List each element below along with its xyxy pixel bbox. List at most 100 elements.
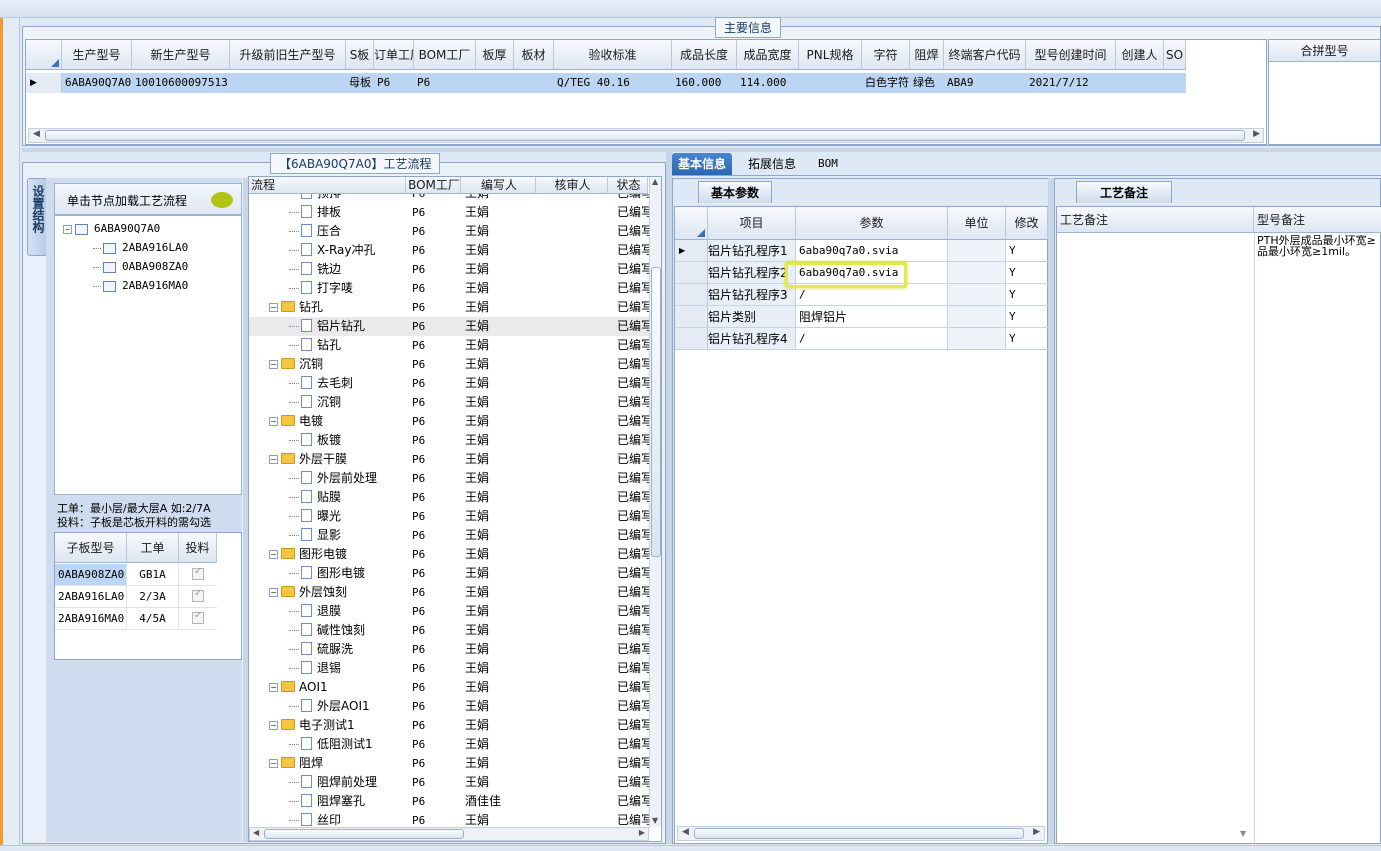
sub-row-model[interactable]: 2ABA916LA0 xyxy=(55,586,127,608)
basic-col-header[interactable]: 修改 xyxy=(1006,207,1048,240)
flow-author-cell[interactable]: 王娟 xyxy=(465,697,537,716)
flow-author-cell[interactable]: 王娟 xyxy=(465,450,537,469)
flow-bom-cell[interactable]: P6 xyxy=(409,564,461,583)
main-row-cell[interactable] xyxy=(514,73,554,93)
basic-grid-hscroll[interactable]: ◀ ▶ xyxy=(677,826,1045,841)
flow-author-cell[interactable]: 王娟 xyxy=(465,260,537,279)
collapse-icon[interactable]: − xyxy=(63,224,72,234)
main-row-cell[interactable] xyxy=(1164,73,1186,93)
flow-node[interactable]: X-Ray冲孔 xyxy=(289,241,375,260)
flow-status-cell[interactable]: 已编写 xyxy=(617,640,649,659)
sub-row-feed-checkbox[interactable] xyxy=(179,586,217,608)
flow-status-cell[interactable]: 已编写 xyxy=(617,317,649,336)
flow-node[interactable]: − 图形电镀 xyxy=(269,545,347,564)
flow-status-cell[interactable]: 已编写 xyxy=(617,716,649,735)
flow-row[interactable]: − 电子测试1 P6王娟 已编写 xyxy=(249,716,649,735)
flow-row[interactable]: 排板 P6王娟 已编写 xyxy=(249,203,649,222)
flow-row[interactable]: 退锡 P6王娟 已编写 xyxy=(249,659,649,678)
flow-status-cell[interactable]: 已编写 xyxy=(617,336,649,355)
flow-author-cell[interactable]: 王娟 xyxy=(465,317,537,336)
collapse-icon[interactable]: − xyxy=(269,303,278,312)
basic-modify-cell[interactable]: Y xyxy=(1006,284,1048,306)
flow-author-cell[interactable]: 王娟 xyxy=(465,298,537,317)
vscroll-thumb[interactable] xyxy=(651,267,661,557)
flow-bom-cell[interactable]: P6 xyxy=(409,545,461,564)
flow-bom-cell[interactable]: P6 xyxy=(409,374,461,393)
main-row-cell[interactable] xyxy=(799,73,862,93)
flow-author-cell[interactable]: 王娟 xyxy=(465,374,537,393)
main-col-header[interactable]: 板材 xyxy=(514,40,554,70)
flow-author-cell[interactable]: 王娟 xyxy=(465,203,537,222)
flow-bom-cell[interactable]: P6 xyxy=(409,621,461,640)
basic-item-cell[interactable]: 铝片钻孔程序3 xyxy=(708,284,796,306)
basic-item-cell[interactable]: 铝片钻孔程序2 xyxy=(708,262,796,284)
flow-node[interactable]: 显影 xyxy=(289,526,341,545)
flow-bom-cell[interactable]: P6 xyxy=(409,811,461,826)
flow-node[interactable]: − 电子测试1 xyxy=(269,716,355,735)
flow-status-cell[interactable]: 已编写 xyxy=(617,621,649,640)
flow-node[interactable]: 去毛刺 xyxy=(289,374,353,393)
flow-bom-cell[interactable]: P6 xyxy=(409,194,461,203)
flow-author-cell[interactable]: 王娟 xyxy=(465,678,537,697)
flow-status-cell[interactable]: 已编写 xyxy=(617,355,649,374)
main-col-header[interactable]: 创建人 xyxy=(1116,40,1164,70)
main-row-cell[interactable]: 160.000 xyxy=(672,73,737,93)
flow-author-cell[interactable]: 王娟 xyxy=(465,222,537,241)
flow-row[interactable]: 贴膜 P6王娟 已编写 xyxy=(249,488,649,507)
flow-row[interactable]: 曝光 P6王娟 已编写 xyxy=(249,507,649,526)
flow-status-cell[interactable]: 已编写 xyxy=(617,488,649,507)
flow-row[interactable]: 铝片钻孔 P6王娟 已编写 xyxy=(249,317,649,336)
flow-bom-cell[interactable]: P6 xyxy=(409,488,461,507)
main-col-header[interactable]: 终端客户代码 xyxy=(944,40,1026,70)
basic-unit-cell[interactable] xyxy=(948,328,1006,350)
flow-row[interactable]: 显影 P6王娟 已编写 xyxy=(249,526,649,545)
tab-settings-structure[interactable]: 设置结构 xyxy=(27,178,47,256)
flow-col-header[interactable]: 流程 xyxy=(249,177,406,194)
flow-bom-cell[interactable]: P6 xyxy=(409,336,461,355)
hscroll-thumb[interactable] xyxy=(264,829,464,839)
flow-row[interactable]: 硫脲洗 P6王娟 已编写 xyxy=(249,640,649,659)
flow-row[interactable]: 阻焊前处理 P6王娟 已编写 xyxy=(249,773,649,792)
flow-node[interactable]: 钻孔 xyxy=(289,336,341,355)
flow-row[interactable]: − 阻焊 P6王娟 已编写 xyxy=(249,754,649,773)
main-row-cell[interactable]: 白色字符 xyxy=(862,73,910,93)
sub-col-header[interactable]: 工单 xyxy=(127,533,179,563)
main-row-cell[interactable]: P6 xyxy=(374,73,414,93)
flow-status-cell[interactable]: 已编写 xyxy=(617,412,649,431)
scroll-right-icon[interactable]: ▶ xyxy=(1253,129,1260,139)
basic-modify-cell[interactable]: Y xyxy=(1006,306,1048,328)
flow-status-cell[interactable]: 已编写 xyxy=(617,678,649,697)
checkbox-icon[interactable] xyxy=(192,610,204,624)
flow-row[interactable]: X-Ray冲孔 P6王娟 已编写 xyxy=(249,241,649,260)
flow-author-cell[interactable]: 王娟 xyxy=(465,412,537,431)
basic-item-cell[interactable]: 铝片类别 xyxy=(708,306,796,328)
basic-unit-cell[interactable] xyxy=(948,306,1006,328)
flow-node[interactable]: 铣边 xyxy=(289,260,341,279)
flow-row[interactable]: − 电镀 P6王娟 已编写 xyxy=(249,412,649,431)
collapse-icon[interactable]: − xyxy=(269,417,278,426)
flow-col-header[interactable]: BOM工厂 xyxy=(406,177,461,194)
main-col-header[interactable]: BOM工厂 xyxy=(414,40,476,70)
basic-unit-cell[interactable] xyxy=(948,240,1006,262)
flow-bom-cell[interactable]: P6 xyxy=(409,469,461,488)
flow-row[interactable]: 钻孔 P6王娟 已编写 xyxy=(249,336,649,355)
sub-row-order[interactable]: 4/5A xyxy=(127,608,179,630)
main-row-cell[interactable] xyxy=(1116,73,1164,93)
flow-bom-cell[interactable]: P6 xyxy=(409,260,461,279)
flow-author-cell[interactable]: 王娟 xyxy=(465,602,537,621)
tab-bom[interactable]: BOM xyxy=(812,153,844,175)
main-col-header[interactable]: SO xyxy=(1164,40,1186,70)
main-row-cell[interactable]: 10010600097513 xyxy=(132,73,230,93)
flow-author-cell[interactable]: 王娟 xyxy=(465,194,537,203)
flow-status-cell[interactable]: 已编写 xyxy=(617,260,649,279)
flow-bom-cell[interactable]: P6 xyxy=(409,298,461,317)
flow-node[interactable]: 阻焊塞孔 xyxy=(289,792,365,811)
sub-row-order[interactable]: GB1A xyxy=(127,564,179,586)
flow-bom-cell[interactable]: P6 xyxy=(409,754,461,773)
flow-status-cell[interactable]: 已编写 xyxy=(617,564,649,583)
main-col-header[interactable]: 板厚 xyxy=(476,40,514,70)
sub-row-feed-checkbox[interactable] xyxy=(179,564,217,586)
main-col-header[interactable]: 生产型号 xyxy=(62,40,132,70)
flow-status-cell[interactable]: 已编写 xyxy=(617,545,649,564)
scroll-left-icon[interactable]: ◀ xyxy=(253,828,259,837)
